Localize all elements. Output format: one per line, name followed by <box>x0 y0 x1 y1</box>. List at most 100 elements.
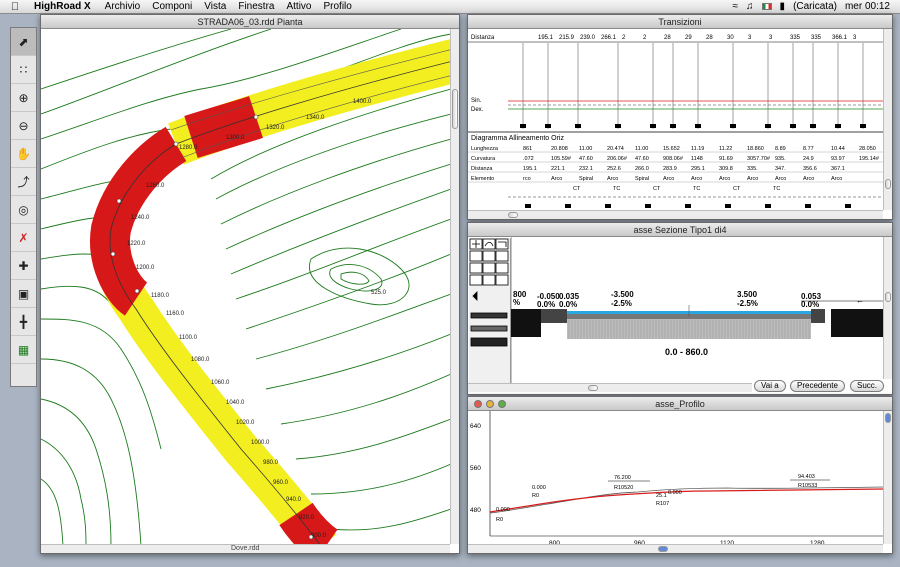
diagram-cell: Arco <box>607 176 618 182</box>
crosshair-icon[interactable]: ✚ <box>11 252 36 280</box>
points-tool-icon[interactable]: ∷ <box>11 56 36 84</box>
clock[interactable]: mer 00:12 <box>845 1 890 12</box>
grid-icon[interactable]: ▦ <box>11 336 36 364</box>
menu-finestra[interactable]: Finestra <box>232 1 280 12</box>
station-label: 1220.0 <box>127 241 146 247</box>
diagram-cell: 935. <box>775 156 786 162</box>
plan-canvas[interactable]: 1400.0 1340.0 1320.0 1300.0 1280.0 1260.… <box>41 29 451 546</box>
profile-vertical-scrollbar[interactable] <box>883 411 892 544</box>
diagram-cell: 195.1 <box>523 166 537 172</box>
input-flag-icon[interactable] <box>761 3 772 10</box>
diagram-cell: 232.1 <box>579 166 593 172</box>
zoom-in-icon[interactable]: ⊕ <box>11 84 36 112</box>
volume-icon[interactable]: ♫ <box>746 1 754 12</box>
minimize-button[interactable] <box>486 400 494 408</box>
station-label: 1400.0 <box>353 99 372 105</box>
diagram-row-label: Distanza <box>471 166 493 172</box>
close-button[interactable] <box>474 400 482 408</box>
section-value: 3.500 <box>737 290 758 299</box>
previous-button[interactable]: Precedente <box>790 380 845 392</box>
top-row-value: 30 <box>727 35 734 41</box>
menu-vista[interactable]: Vista <box>198 1 232 12</box>
delete-target-icon[interactable]: ✗ <box>11 224 36 252</box>
diagram-cell: 11.00 <box>635 146 648 152</box>
section-tool-grid <box>469 238 511 383</box>
diagram-cell: 861 <box>523 146 532 152</box>
station-label: 1320.0 <box>266 125 285 131</box>
plan-horizontal-scrollbar[interactable]: Dove.rdd <box>41 544 450 553</box>
zoom-out-icon[interactable]: ⊖ <box>11 112 36 140</box>
menu-archivio[interactable]: Archivio <box>99 1 147 12</box>
goto-button[interactable]: Vai a <box>754 380 786 392</box>
battery-status[interactable]: (Caricata) <box>793 1 837 12</box>
profile-annotation: 94.403 <box>798 474 815 480</box>
diagram-cell: 295.1 <box>691 166 705 172</box>
section-horizontal-scrollbar[interactable] <box>468 383 752 392</box>
node-edit-icon[interactable]: ⤴ <box>11 168 36 196</box>
diagram-cell: 47.60 <box>579 156 593 162</box>
diagram-cell: 221.1 <box>551 166 565 172</box>
section-arrow-icon: ← <box>856 296 864 305</box>
diagram-title: Diagramma Allineamento Oriz <box>471 135 564 142</box>
top-row-value: 215.9 <box>559 35 575 41</box>
section-pct: -2.5% <box>737 299 758 308</box>
station-label: 1080.0 <box>191 357 210 363</box>
menu-profilo[interactable]: Profilo <box>317 1 357 12</box>
diagram-cell: 8.77 <box>803 146 814 152</box>
diagram-cell: 266.0 <box>635 166 649 172</box>
profile-annotation: 0.000 <box>532 485 546 491</box>
section-window-title[interactable]: asse Sezione Tipo1 di4 <box>468 223 892 237</box>
target-icon[interactable]: ◎ <box>11 196 36 224</box>
top-row-value: 195.1 <box>538 35 554 41</box>
plan-vertical-scrollbar[interactable] <box>450 29 459 544</box>
transitions-vertical-scrollbar[interactable] <box>883 29 892 210</box>
diagram-cell: Arco <box>803 176 814 182</box>
profile-y-tick: 560 <box>470 465 481 472</box>
station-label: 1180.0 <box>151 293 170 299</box>
profile-horizontal-scrollbar[interactable] <box>468 544 883 553</box>
profile-annotation: R0 <box>532 493 539 499</box>
app-menu[interactable]: HighRoad X <box>30 1 99 12</box>
diagram-cell: 93.97 <box>831 156 845 162</box>
section-pct: 0.0% <box>537 300 555 309</box>
element-code: TC <box>693 186 700 192</box>
menu-componi[interactable]: Componi <box>146 1 198 12</box>
diagram-cell: 347. <box>775 166 786 172</box>
section-vertical-scrollbar[interactable] <box>883 237 892 379</box>
transitions-window-title[interactable]: Transizioni <box>468 15 892 29</box>
arrow-tool-icon[interactable]: ⬈ <box>11 28 36 56</box>
profile-annotation: R10533 <box>798 483 817 489</box>
profile-window: asse_Profilo 640 560 480 800 960 1120 12… <box>467 396 893 554</box>
battery-icon[interactable]: ▮ <box>780 1 786 12</box>
profile-annotation: 0.000 <box>668 490 682 496</box>
frame-icon[interactable]: ▣ <box>11 280 36 308</box>
menu-attivo[interactable]: Attivo <box>280 1 317 12</box>
apple-menu-icon[interactable]:  <box>0 1 30 13</box>
station-label: 900.0 <box>311 533 327 539</box>
transitions-horizontal-scrollbar[interactable] <box>468 210 883 219</box>
station-label: 1060.0 <box>211 380 230 386</box>
diagram-cell: 20.474 <box>607 146 624 152</box>
diagram-cell: Arco <box>691 176 702 182</box>
diagram-cell: 18.860 <box>747 146 764 152</box>
hand-icon[interactable]: ✋ <box>11 140 36 168</box>
section-canvas[interactable]: 800 % ← -0.050 0.0% 0.035 0.0% -3.500 -2… <box>511 237 885 383</box>
profile-canvas[interactable]: 640 560 480 800 960 1120 1280 0.000 R0 0… <box>468 411 884 546</box>
plan-window-title[interactable]: STRADA06_03.rdd Pianta <box>41 15 459 29</box>
transitions-canvas[interactable]: Distanza 195.1 215.9 239.0 266.1 2 2 28 29 28 30 3… <box>468 29 884 212</box>
station-label: 1200.0 <box>136 265 155 271</box>
section-left-pct: % <box>513 298 520 307</box>
profile-y-tick: 480 <box>470 507 481 514</box>
diagram-cell: Arco <box>747 176 758 182</box>
wifi-icon[interactable]: ≈ <box>733 1 739 12</box>
section-pct: -2.5% <box>611 299 632 308</box>
top-row-value: 29 <box>685 35 692 41</box>
station-label: 1280.0 <box>179 145 198 151</box>
sin-label: Sin. <box>471 98 482 104</box>
profile-window-title[interactable]: asse_Profilo <box>468 397 892 411</box>
next-button[interactable]: Succ. <box>850 380 885 392</box>
section-icon[interactable]: ╋ <box>11 308 36 336</box>
diagram-cell: 8.89 <box>775 146 786 152</box>
station-label: 1100.0 <box>179 335 198 341</box>
zoom-button[interactable] <box>498 400 506 408</box>
